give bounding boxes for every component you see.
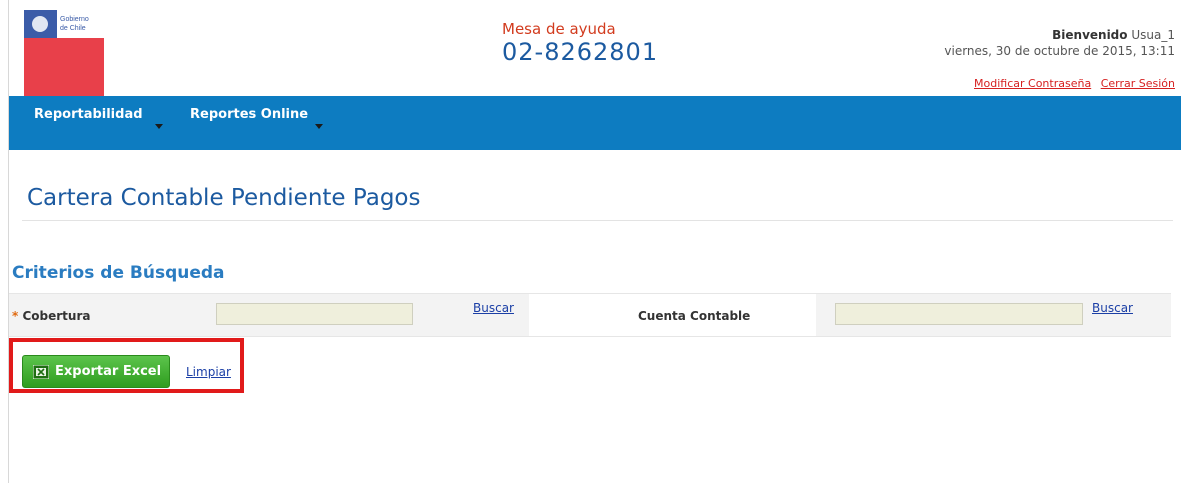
gobierno-de-chile-logo: Gobierno de Chile	[24, 10, 104, 96]
help-desk: Mesa de ayuda 02-8262801	[502, 20, 658, 66]
chevron-down-icon	[155, 124, 163, 129]
cuenta-contable-input[interactable]	[835, 303, 1083, 325]
cuenta-contable-search-link[interactable]: Buscar	[1092, 301, 1133, 315]
user-links: Modificar Contraseña Cerrar Sesión	[968, 77, 1175, 90]
search-criteria-heading: Criterios de Búsqueda	[12, 263, 225, 283]
nav-item-reportabilidad[interactable]: Reportabilidad	[34, 107, 143, 122]
main-nav: Reportabilidad Reportes Online	[9, 96, 1181, 150]
export-excel-label: Exportar Excel	[55, 364, 162, 379]
welcome-line: Bienvenido Usua_1	[944, 27, 1175, 43]
user-info: Bienvenido Usua_1 viernes, 30 de octubre…	[944, 27, 1175, 59]
cobertura-input[interactable]	[216, 303, 413, 325]
welcome-label: Bienvenido	[1052, 28, 1128, 42]
logo-text-line1: Gobierno	[60, 16, 89, 23]
cobertura-label: * Cobertura	[12, 309, 90, 323]
title-divider	[22, 220, 1173, 221]
required-mark: *	[12, 309, 19, 323]
cuenta-contable-label: Cuenta Contable	[638, 309, 751, 323]
excel-icon	[33, 364, 49, 379]
export-excel-button[interactable]: Exportar Excel	[22, 355, 170, 388]
cobertura-search-link[interactable]: Buscar	[473, 301, 514, 315]
change-password-link[interactable]: Modificar Contraseña	[974, 77, 1091, 90]
search-criteria-row: * Cobertura Buscar Cuenta Contable Busca…	[9, 293, 1171, 337]
nav-item-reportes-online[interactable]: Reportes Online	[190, 107, 308, 122]
logo-text-line2: de Chile	[60, 25, 86, 32]
current-datetime: viernes, 30 de octubre de 2015, 13:11	[944, 44, 1175, 58]
help-desk-label: Mesa de ayuda	[502, 20, 616, 38]
help-desk-phone: 02-8262801	[502, 38, 659, 66]
chevron-down-icon	[315, 124, 323, 129]
header: Gobierno de Chile Mesa de ayuda 02-82628…	[9, 0, 1181, 96]
page-title: Cartera Contable Pendiente Pagos	[27, 185, 421, 211]
cobertura-label-text: Cobertura	[22, 309, 91, 323]
user-name: Usua_1	[1131, 28, 1175, 42]
logout-link[interactable]: Cerrar Sesión	[1101, 77, 1175, 90]
clear-link[interactable]: Limpiar	[186, 365, 231, 379]
